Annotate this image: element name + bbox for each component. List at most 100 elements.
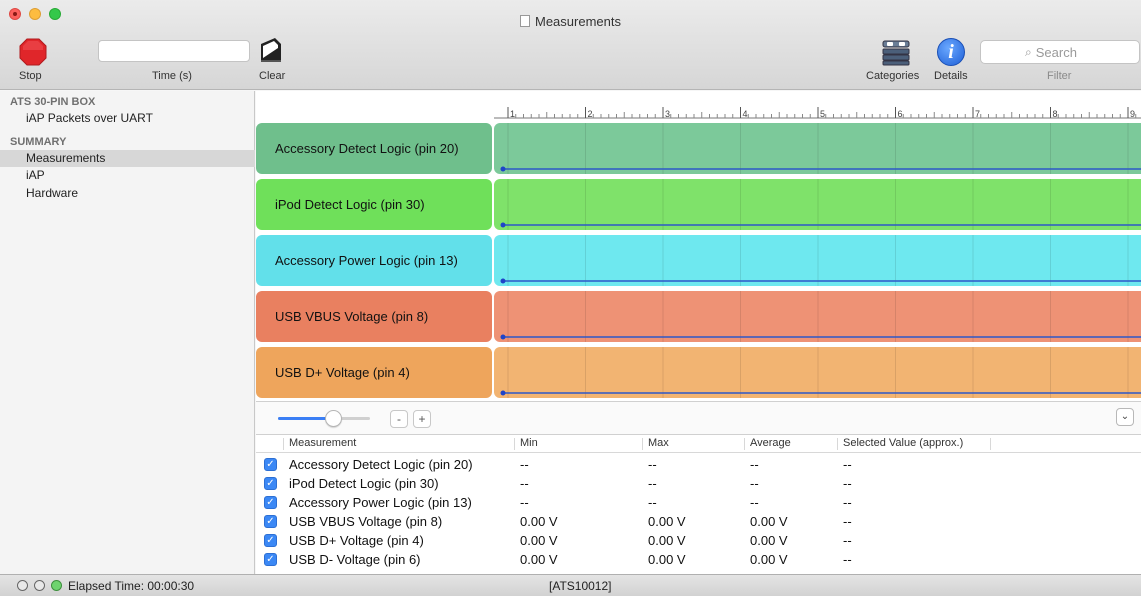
elapsed-time: Elapsed Time: 00:00:30 [68,579,195,593]
search-input[interactable]: ⌕ Search [980,40,1140,64]
info-icon: i [948,41,954,63]
table-header: Measurement Min Max Average Selected Val… [256,435,1141,453]
ruler-tick-label: 1 [510,109,515,119]
categories-icon [882,40,910,66]
measurement-name: USB D- Voltage (pin 6) [289,552,421,567]
sidebar: ATS 30-PIN BOX iAP Packets over UART SUM… [0,91,255,574]
column-header-min[interactable]: Min [520,437,538,449]
details-button[interactable]: i [937,38,965,66]
table-row[interactable]: ✓ iPod Detect Logic (pin 30) -- -- -- -- [256,474,1141,493]
column-header-selected-value[interactable]: Selected Value (approx.) [843,437,963,449]
categories-label: Categories [866,70,920,82]
signal-waveform [500,235,1141,286]
stop-label: Stop [19,70,42,82]
time-ruler: 1 2 3 4 5 6 7 8 9 [256,91,1141,121]
status-bar: Elapsed Time: 00:00:30 [ATS10012] [0,574,1141,596]
signal-label[interactable]: Accessory Power Logic (pin 13) [256,235,492,286]
signal-label[interactable]: USB D+ Voltage (pin 4) [256,347,492,398]
ruler-tick-label: 2 [588,109,593,119]
zoom-in-button[interactable]: + [413,410,431,428]
max-value: -- [648,457,657,472]
search-placeholder: Search [1035,45,1077,60]
sidebar-item-hardware[interactable]: Hardware [0,185,255,202]
selected-value: -- [843,533,852,548]
row-checkbox[interactable]: ✓ [264,553,277,566]
table-row[interactable]: ✓ Accessory Power Logic (pin 13) -- -- -- -- [256,493,1141,512]
measurements-table: Measurement Min Max Average Selected Val… [256,434,1141,574]
row-checkbox[interactable]: ✓ [264,534,277,547]
ruler-tick-label: 9 [1130,109,1135,119]
signal-label[interactable]: Accessory Detect Logic (pin 20) [256,123,492,174]
time-input[interactable] [98,40,250,62]
clear-label: Clear [259,70,286,82]
stop-button[interactable] [19,38,47,66]
eraser-icon [261,38,281,62]
filter-label: Filter [1047,70,1072,82]
signal-chart: 1 2 3 4 5 6 7 8 9 Accessory Detect Logic (pin 20… [256,91,1141,401]
status-indicator-2 [34,580,45,591]
trace-start-marker [500,278,506,284]
row-checkbox[interactable]: ✓ [264,458,277,471]
trace-start-marker [500,166,506,172]
average-value: 0.00 V [750,533,788,548]
sidebar-item-measurements[interactable]: Measurements [0,150,255,167]
max-value: 0.00 V [648,552,686,567]
measurement-name: Accessory Detect Logic (pin 20) [289,457,473,472]
clear-button[interactable] [259,36,283,64]
signal-waveform [500,179,1141,230]
time-label: Time (s) [152,70,192,82]
selected-value: -- [843,476,852,491]
min-value: 0.00 V [520,552,558,567]
zoom-slider-knob[interactable] [324,410,342,427]
column-header-average[interactable]: Average [750,437,791,449]
average-value: -- [750,495,759,510]
app-window: Measurements Stop Time (s) Clear Categor… [0,0,1141,596]
min-value: 0.00 V [520,514,558,529]
sidebar-item-iap[interactable]: iAP [0,167,255,184]
expand-button[interactable]: ⌄ [1116,408,1134,426]
ruler-tick-label: 6 [898,109,903,119]
column-header-measurement[interactable]: Measurement [289,437,356,449]
measurement-name: USB VBUS Voltage (pin 8) [289,514,443,529]
signal-label[interactable]: iPod Detect Logic (pin 30) [256,179,492,230]
table-row[interactable]: ✓ Accessory Detect Logic (pin 20) -- -- -- -- [256,455,1141,474]
ruler-tick-label: 3 [665,109,670,119]
zoom-controls: - + ⌄ [256,401,1141,434]
min-value: -- [520,476,529,491]
signal-track[interactable] [494,291,1141,342]
min-value: -- [520,457,529,472]
signal-waveform [500,291,1141,342]
table-row[interactable]: ✓ USB D- Voltage (pin 6) 0.00 V 0.00 V 0.00 … [256,550,1141,569]
signal-track[interactable] [494,347,1141,398]
device-id: [ATS10012] [549,579,612,593]
average-value: -- [750,476,759,491]
ruler-tick-label: 5 [820,109,825,119]
trace-start-marker [500,222,506,228]
selected-value: -- [843,514,852,529]
table-row[interactable]: ✓ USB VBUS Voltage (pin 8) 0.00 V 0.00 V 0.0… [256,512,1141,531]
status-indicator-connected [51,580,62,591]
selected-value: -- [843,457,852,472]
selected-value: -- [843,552,852,567]
table-row[interactable]: ✓ USB D+ Voltage (pin 4) 0.00 V 0.00 V 0.00 … [256,531,1141,550]
signal-track[interactable] [494,235,1141,286]
categories-button[interactable] [881,37,911,67]
average-value: 0.00 V [750,514,788,529]
signal-track[interactable] [494,179,1141,230]
max-value: -- [648,476,657,491]
window-title: Measurements [0,14,1141,29]
details-label: Details [934,70,968,82]
ruler-ticks: 1 2 3 4 5 6 7 8 9 [494,107,1141,119]
signal-label[interactable]: USB VBUS Voltage (pin 8) [256,291,492,342]
signal-track[interactable] [494,123,1141,174]
average-value: -- [750,457,759,472]
row-checkbox[interactable]: ✓ [264,477,277,490]
row-checkbox[interactable]: ✓ [264,515,277,528]
zoom-out-button[interactable]: - [390,410,408,428]
toolbar: Measurements Stop Time (s) Clear Categor… [0,0,1141,90]
sidebar-item-iap-packets[interactable]: iAP Packets over UART [0,110,255,127]
row-checkbox[interactable]: ✓ [264,496,277,509]
column-header-max[interactable]: Max [648,437,669,449]
sidebar-section-ats: ATS 30-PIN BOX [10,96,96,108]
ruler-tick-label: 7 [975,109,980,119]
